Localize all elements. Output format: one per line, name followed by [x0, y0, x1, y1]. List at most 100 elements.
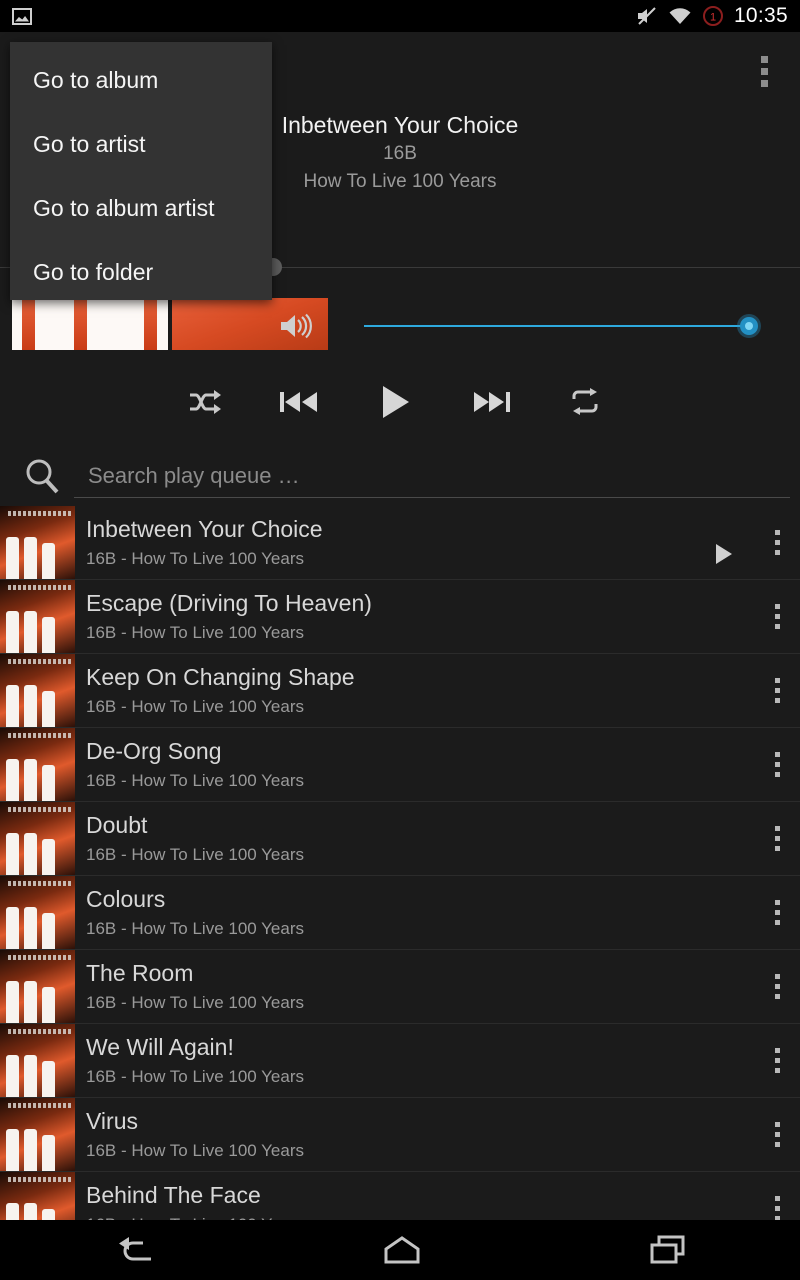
- queue-row-text: De-Org Song 16B - How To Live 100 Years: [75, 728, 694, 801]
- queue-row-text: Virus 16B - How To Live 100 Years: [75, 1098, 694, 1171]
- queue-row[interactable]: We Will Again! 16B - How To Live 100 Year…: [0, 1024, 800, 1098]
- overflow-menu-icon[interactable]: [774, 1122, 780, 1147]
- queue-row-overflow-button[interactable]: [754, 1098, 800, 1171]
- overflow-dot: [774, 530, 780, 535]
- context-menu[interactable]: Go to album Go to artist Go to album artis…: [10, 42, 272, 300]
- overflow-dot: [774, 1206, 780, 1211]
- overflow-menu-icon[interactable]: [774, 900, 780, 925]
- album-art-caption: [8, 659, 71, 664]
- queue-row-subtitle: 16B - How To Live 100 Years: [86, 1212, 694, 1221]
- queue-row-overflow-button[interactable]: [754, 802, 800, 875]
- queue-row-overflow-button[interactable]: [754, 876, 800, 949]
- queue-row[interactable]: Colours 16B - How To Live 100 Years: [0, 876, 800, 950]
- queue-row[interactable]: Behind The Face 16B - How To Live 100 Yea…: [0, 1172, 800, 1220]
- queue-row-overflow-button[interactable]: [754, 950, 800, 1023]
- overflow-dot: [774, 1122, 780, 1127]
- overflow-dot: [774, 984, 780, 989]
- queue-row-text: Colours 16B - How To Live 100 Years: [75, 876, 694, 949]
- album-art-figure: [6, 537, 19, 579]
- context-menu-item[interactable]: Go to artist: [10, 112, 272, 176]
- overflow-dot: [774, 836, 780, 841]
- overflow-menu-icon[interactable]: [774, 1196, 780, 1220]
- album-art-thumbnail: [0, 802, 75, 875]
- overflow-dot: [774, 772, 780, 777]
- queue-row[interactable]: Doubt 16B - How To Live 100 Years: [0, 802, 800, 876]
- context-menu-item[interactable]: Go to album: [10, 48, 272, 112]
- queue-row[interactable]: Escape (Driving To Heaven) 16B - How To L…: [0, 580, 800, 654]
- overflow-dot: [774, 1058, 780, 1063]
- queue-row-title: Doubt: [86, 811, 148, 838]
- queue-row-overflow-button[interactable]: [754, 580, 800, 653]
- search-bar[interactable]: [0, 448, 800, 504]
- queue-row-subtitle: 16B - How To Live 100 Years: [86, 1066, 304, 1086]
- play-icon: [383, 386, 409, 418]
- volume-slider[interactable]: [364, 316, 758, 336]
- queue-row-title: Inbetween Your Choice: [86, 515, 323, 542]
- back-button[interactable]: [83, 1227, 185, 1273]
- transport-controls: [180, 378, 610, 426]
- queue-row-text: Escape (Driving To Heaven) 16B - How To L…: [75, 580, 694, 653]
- queue-row-text: We Will Again! 16B - How To Live 100 Year…: [75, 1024, 694, 1097]
- album-art-caption: [8, 733, 71, 738]
- queue-row-subtitle: 16B - How To Live 100 Years: [86, 548, 304, 568]
- queue-row-playing-indicator: [694, 1098, 754, 1171]
- overflow-menu-icon[interactable]: [774, 604, 780, 629]
- overflow-menu-icon[interactable]: [755, 50, 774, 93]
- overflow-menu-icon[interactable]: [774, 826, 780, 851]
- play-button[interactable]: [367, 378, 423, 426]
- overflow-menu-icon[interactable]: [774, 752, 780, 777]
- overflow-dot: [761, 80, 768, 87]
- queue-row-overflow-button[interactable]: [754, 1024, 800, 1097]
- album-art-figure: [24, 537, 37, 579]
- recents-button[interactable]: [619, 1227, 717, 1273]
- album-art-thumbnail[interactable]: [12, 298, 168, 350]
- overflow-menu-icon[interactable]: [774, 530, 780, 555]
- queue-row[interactable]: De-Org Song 16B - How To Live 100 Years: [0, 728, 800, 802]
- status-bar: 1 10:35: [0, 0, 800, 32]
- overflow-dot: [774, 994, 780, 999]
- previous-button[interactable]: [270, 384, 328, 420]
- album-art-stripe: [22, 298, 35, 350]
- context-menu-item[interactable]: Go to album artist: [10, 176, 272, 240]
- album-art-stripe: [144, 298, 157, 350]
- repeat-icon: [572, 388, 598, 415]
- queue-row-title: Keep On Changing Shape: [86, 663, 355, 690]
- search-input[interactable]: [74, 462, 790, 489]
- search-input-wrapper[interactable]: [74, 454, 790, 498]
- overflow-dot: [774, 974, 780, 979]
- album-art-figure: [6, 685, 19, 727]
- overflow-dot: [774, 826, 780, 831]
- album-art-figure: [6, 907, 19, 949]
- overflow-menu-icon[interactable]: [774, 1048, 780, 1073]
- overflow-menu-icon[interactable]: [774, 678, 780, 703]
- home-button[interactable]: [352, 1227, 452, 1273]
- queue-row-overflow-button[interactable]: [754, 506, 800, 579]
- search-icon[interactable]: [20, 454, 64, 498]
- play-queue-list[interactable]: Inbetween Your Choice 16B - How To Live 1…: [0, 506, 800, 1220]
- overflow-dot: [774, 698, 780, 703]
- queue-row-title: De-Org Song: [86, 737, 222, 764]
- queue-row[interactable]: Inbetween Your Choice 16B - How To Live 1…: [0, 506, 800, 580]
- overflow-dot: [774, 1132, 780, 1137]
- album-art-figure: [6, 833, 19, 875]
- next-button[interactable]: [463, 384, 521, 420]
- queue-row-overflow-button[interactable]: [754, 1172, 800, 1220]
- queue-row-playing-indicator: [694, 506, 754, 579]
- album-art-caption: [8, 511, 71, 516]
- context-menu-item[interactable]: Go to folder: [10, 240, 272, 304]
- album-art-figure: [24, 833, 37, 875]
- volume-slider-thumb[interactable]: [740, 317, 758, 335]
- battery-badge-icon: 1: [702, 6, 723, 26]
- repeat-button[interactable]: [560, 383, 610, 421]
- queue-row[interactable]: Keep On Changing Shape 16B - How To Live …: [0, 654, 800, 728]
- overflow-menu-icon[interactable]: [774, 974, 780, 999]
- queue-row-overflow-button[interactable]: [754, 728, 800, 801]
- album-art-figure: [6, 611, 19, 653]
- shuffle-button[interactable]: [180, 384, 230, 420]
- queue-row[interactable]: Virus 16B - How To Live 100 Years: [0, 1098, 800, 1172]
- volume-icon[interactable]: [280, 312, 314, 340]
- album-art-figure: [24, 685, 37, 727]
- queue-row[interactable]: The Room 16B - How To Live 100 Years: [0, 950, 800, 1024]
- volume-control[interactable]: [280, 308, 758, 344]
- queue-row-overflow-button[interactable]: [754, 654, 800, 727]
